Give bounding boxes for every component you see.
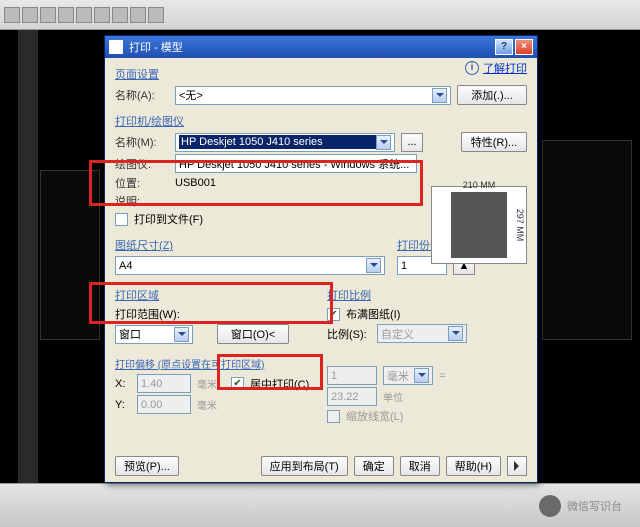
center-print-label: 居中打印(C) <box>250 376 309 392</box>
fit-to-paper-label: 布满图纸(I) <box>346 306 400 322</box>
dropdown-arrow-icon <box>432 88 447 103</box>
x-label: X: <box>115 378 131 390</box>
toolbar-icon[interactable] <box>112 7 128 23</box>
help-titlebar-button[interactable]: ? <box>495 39 513 55</box>
browse-button[interactable]: ... <box>401 133 423 152</box>
scale-num2: 23.22 <box>327 387 377 406</box>
page-name-select[interactable]: <无> <box>175 86 451 105</box>
y-label: Y: <box>115 399 131 411</box>
print-range-value: 窗口 <box>119 326 141 342</box>
scale-select: 自定义 <box>377 324 467 343</box>
page-name-label: 名称(A): <box>115 87 169 103</box>
scale-lineweight-checkbox <box>327 410 340 423</box>
dropdown-arrow-icon <box>448 326 463 341</box>
dropdown-arrow-icon <box>174 327 189 342</box>
toolbar-icon[interactable] <box>40 7 56 23</box>
location-label: 位置: <box>115 175 169 191</box>
x-offset-input: 1.40 <box>137 374 191 393</box>
paper-size-title: 图纸尺寸(Z) <box>115 237 385 253</box>
watermark: 微信写识台 <box>539 495 622 517</box>
scale-label: 比例(S): <box>327 326 371 342</box>
printer-name-label: 名称(M): <box>115 134 169 150</box>
unit1-select: 毫米 <box>383 366 433 385</box>
plotter-label: 绘图仪: <box>115 156 169 172</box>
toolbar-icon[interactable] <box>22 7 38 23</box>
titlebar[interactable]: 打印 - 模型 ? × <box>105 36 537 58</box>
print-to-file-checkbox[interactable] <box>115 213 128 226</box>
app-toolbar <box>0 0 640 30</box>
dropdown-arrow-icon <box>366 258 381 273</box>
toolbar-icon[interactable] <box>76 7 92 23</box>
printer-select[interactable]: HP Deskjet 1050 J410 series <box>175 133 395 152</box>
toolbar-icon[interactable] <box>58 7 74 23</box>
unit2-label: 单位 <box>383 389 403 404</box>
apply-layout-button[interactable]: 应用到布局(T) <box>261 456 348 476</box>
scale-value: 自定义 <box>381 326 414 342</box>
x-unit: 毫米 <box>197 376 217 391</box>
printer-name-value: HP Deskjet 1050 J410 series <box>179 135 376 149</box>
preview-button[interactable]: 预览(P)... <box>115 456 179 476</box>
add-button[interactable]: 添加(.)... <box>457 85 527 105</box>
ok-button[interactable]: 确定 <box>354 456 394 476</box>
info-icon[interactable]: i <box>465 61 479 75</box>
plot-scale-title: 打印比例 <box>327 287 527 303</box>
paper-height: 297 MM <box>515 209 525 242</box>
app-icon <box>109 40 123 54</box>
dialog-title: 打印 - 模型 <box>129 39 183 55</box>
scale-lineweight-label: 缩放线宽(L) <box>346 408 403 424</box>
learn-print-link[interactable]: 了解打印 <box>483 60 527 76</box>
expand-button[interactable] <box>507 456 527 476</box>
close-button[interactable]: × <box>515 39 533 55</box>
paper-width: 210 MM <box>451 180 507 190</box>
cad-sidebar <box>18 30 38 483</box>
page-name-value: <无> <box>179 87 203 103</box>
description-label: 说明: <box>115 193 169 209</box>
dropdown-arrow-icon <box>414 368 429 383</box>
print-area-title: 打印区域 <box>115 287 315 303</box>
y-unit: 毫米 <box>197 397 217 412</box>
properties-button[interactable]: 特性(R)... <box>461 132 527 152</box>
print-dialog: 打印 - 模型 ? × i 了解打印 页面设置 名称(A): <无> 添加(.)… <box>104 35 538 483</box>
printer-title: 打印机/绘图仪 <box>115 113 527 129</box>
window-pick-button[interactable]: 窗口(O)< <box>217 324 289 344</box>
y-offset-input: 0.00 <box>137 395 191 414</box>
cancel-button[interactable]: 取消 <box>400 456 440 476</box>
fit-to-paper-checkbox[interactable]: ✔ <box>327 308 340 321</box>
paper-size-value: A4 <box>119 260 132 272</box>
paper-size-select[interactable]: A4 <box>115 256 385 275</box>
print-range-label: 打印范围(W): <box>115 306 315 322</box>
toolbar-icon[interactable] <box>94 7 110 23</box>
center-print-checkbox[interactable]: ✔ <box>231 377 244 390</box>
scale-num1: 1 <box>327 366 377 385</box>
watermark-text: 微信写识台 <box>567 498 622 514</box>
paper-preview: 210 MM 297 MM <box>431 186 527 264</box>
dropdown-arrow-icon <box>376 135 391 150</box>
plotter-value: HP Deskjet 1050 J410 series - Windows 系统… <box>175 154 417 173</box>
help-button[interactable]: 帮助(H) <box>446 456 501 476</box>
toolbar-icon[interactable] <box>148 7 164 23</box>
offset-title: 打印偏移 (原点设置在可打印区域) <box>115 356 315 371</box>
print-to-file-label: 打印到文件(F) <box>134 211 203 227</box>
toolbar-icon[interactable] <box>130 7 146 23</box>
print-range-select[interactable]: 窗口 <box>115 325 193 344</box>
cad-drawing-panel <box>40 170 100 340</box>
cad-drawing-panel <box>542 140 632 340</box>
wechat-icon <box>539 495 561 517</box>
location-value: USB001 <box>175 177 216 189</box>
toolbar-icon[interactable] <box>4 7 20 23</box>
